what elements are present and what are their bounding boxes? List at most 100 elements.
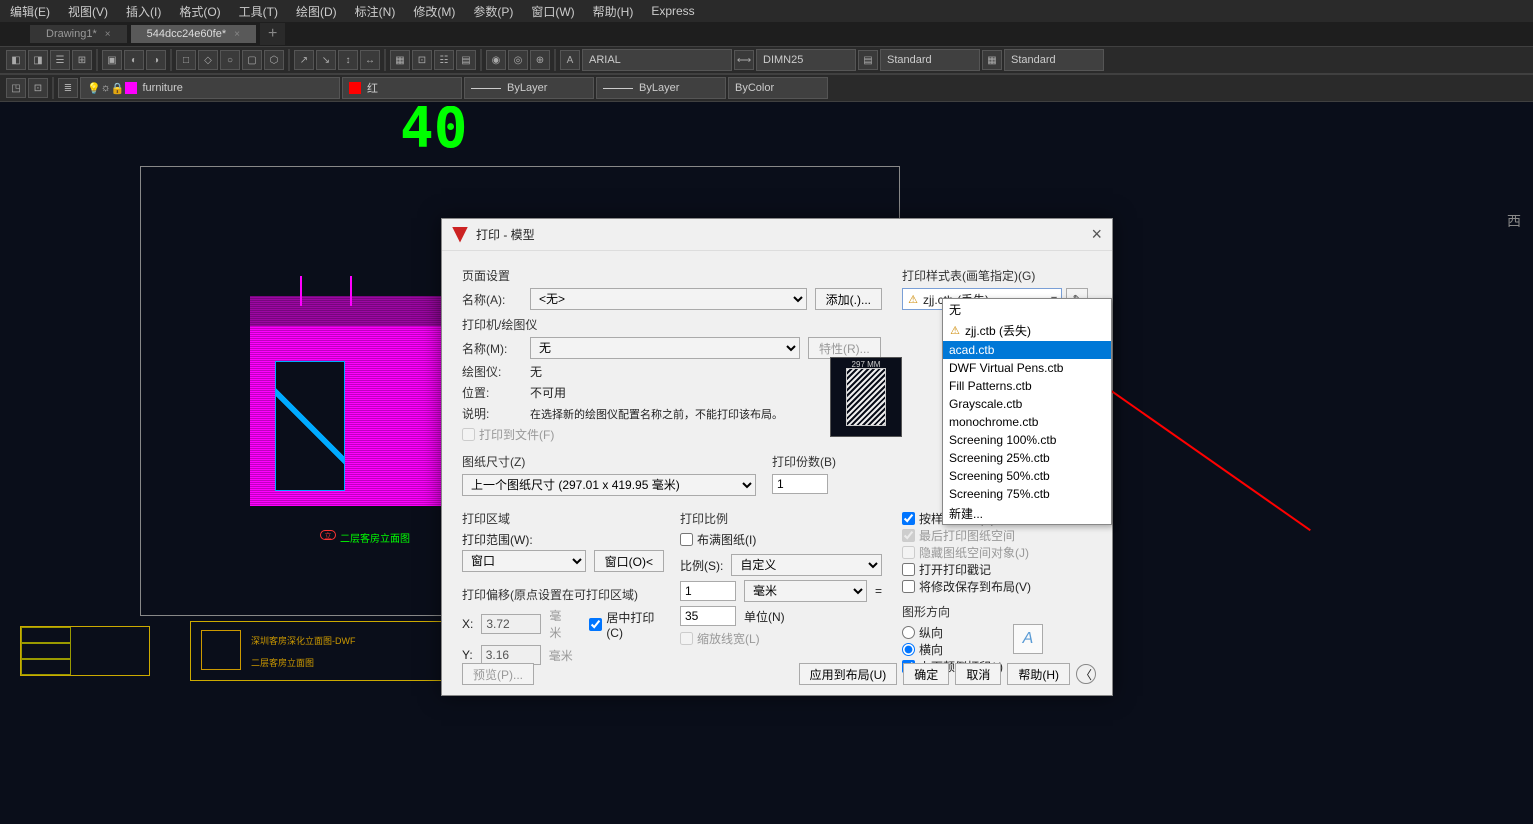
color-combo[interactable]: 红 (342, 77, 462, 99)
tool-icon[interactable]: ◨ (28, 50, 48, 70)
dropdown-item[interactable]: Screening 100%.ctb (943, 431, 1111, 449)
menu-edit[interactable]: 编辑(E) (10, 3, 50, 20)
menu-insert[interactable]: 插入(I) (126, 3, 161, 20)
checkbox[interactable] (902, 580, 915, 593)
menu-modify[interactable]: 修改(M) (413, 3, 455, 20)
menu-express[interactable]: Express (651, 4, 694, 18)
dropdown-item[interactable]: acad.ctb (943, 341, 1111, 359)
center-check[interactable]: 居中打印(C) (589, 609, 664, 640)
opt2-check[interactable]: 隐藏图纸空间对象(J) (902, 544, 1092, 561)
standard-icon[interactable]: ▤ (858, 50, 878, 70)
menu-view[interactable]: 视图(V) (68, 3, 108, 20)
tool-icon[interactable]: ◎ (508, 50, 528, 70)
help-button[interactable]: 帮助(H) (1007, 663, 1070, 685)
tool-icon[interactable]: ↔ (360, 50, 380, 70)
tool-icon[interactable]: ↕ (338, 50, 358, 70)
menu-help[interactable]: 帮助(H) (593, 3, 634, 20)
tool-icon[interactable]: ⊡ (28, 78, 48, 98)
unit-select[interactable]: 毫米 (744, 580, 867, 602)
cancel-button[interactable]: 取消 (955, 663, 1001, 685)
dropdown-item[interactable]: monochrome.ctb (943, 413, 1111, 431)
tool-icon[interactable]: ☰ (50, 50, 70, 70)
dimension-icon[interactable]: ⟷ (734, 50, 754, 70)
dropdown-item[interactable]: Screening 25%.ctb (943, 449, 1111, 467)
close-icon[interactable]: × (1091, 224, 1102, 245)
menu-parametric[interactable]: 参数(P) (473, 3, 513, 20)
font-combo[interactable]: ARIAL (582, 49, 732, 71)
scale-lw-check[interactable]: 缩放线宽(L) (680, 630, 882, 647)
tab-current[interactable]: 544dcc24e60fe* × (131, 25, 256, 43)
menu-draw[interactable]: 绘图(D) (296, 3, 337, 20)
checkbox[interactable] (902, 512, 915, 525)
plot-range-select[interactable]: 窗口 (462, 550, 586, 572)
opt4-check[interactable]: 将修改保存到布局(V) (902, 578, 1092, 595)
dialog-titlebar[interactable]: 打印 - 模型 × (442, 219, 1112, 251)
tool-icon[interactable]: ↗ (294, 50, 314, 70)
fit-check[interactable]: 布满图纸(I) (680, 531, 882, 548)
preview-button[interactable]: 预览(P)... (462, 663, 534, 685)
dropdown-item[interactable]: Grayscale.ctb (943, 395, 1111, 413)
scale-num1-input[interactable] (680, 581, 736, 601)
tool-icon[interactable]: ▤ (456, 50, 476, 70)
bycolor-combo[interactable]: ByColor (728, 77, 828, 99)
checkbox[interactable] (902, 563, 915, 576)
opt1-check[interactable]: 最后打印图纸空间 (902, 527, 1092, 544)
tool-icon[interactable]: ▣ (102, 50, 122, 70)
dropdown-item[interactable]: zjj.ctb (丢失) (943, 320, 1111, 341)
dropdown-item[interactable]: Screening 50%.ctb (943, 467, 1111, 485)
layer-icon[interactable]: ≣ (58, 78, 78, 98)
copies-input[interactable] (772, 474, 828, 494)
tool-icon[interactable]: ◳ (6, 78, 26, 98)
tab-add-button[interactable]: + (260, 23, 285, 45)
tool-icon[interactable]: ⬡ (264, 50, 284, 70)
close-icon[interactable]: × (105, 29, 111, 40)
paper-size-select[interactable]: 上一个图纸尺寸 (297.01 x 419.95 毫米) (462, 474, 756, 496)
radio[interactable] (902, 626, 915, 639)
menu-format[interactable]: 格式(O) (179, 3, 220, 20)
dropdown-item[interactable]: DWF Virtual Pens.ctb (943, 359, 1111, 377)
tool-icon[interactable]: ◐ (124, 50, 144, 70)
tool-icon[interactable]: ◧ (6, 50, 26, 70)
opt3-check[interactable]: 打开打印戳记 (902, 561, 1092, 578)
standard-icon[interactable]: ▦ (982, 50, 1002, 70)
tool-icon[interactable]: ○ (220, 50, 240, 70)
add-button[interactable]: 添加(.)... (815, 288, 882, 310)
radio[interactable] (902, 643, 915, 656)
scale-num2-input[interactable] (680, 606, 736, 626)
dropdown-item[interactable]: Fill Patterns.ctb (943, 377, 1111, 395)
checkbox[interactable] (589, 618, 602, 631)
ok-button[interactable]: 确定 (903, 663, 949, 685)
tool-icon[interactable]: ◑ (146, 50, 166, 70)
dropdown-item[interactable]: 新建... (943, 503, 1111, 524)
std1-combo[interactable]: Standard (880, 49, 980, 71)
tool-icon[interactable]: ☷ (434, 50, 454, 70)
std2-combo[interactable]: Standard (1004, 49, 1104, 71)
tab-drawing1[interactable]: Drawing1* × (30, 25, 127, 43)
tool-icon[interactable]: ◉ (486, 50, 506, 70)
expand-button[interactable]: 〈 (1076, 664, 1096, 684)
offset-y-input[interactable] (481, 645, 541, 665)
plot-style-dropdown[interactable]: 无zjj.ctb (丢失)acad.ctbDWF Virtual Pens.ct… (942, 298, 1112, 525)
linetype-combo[interactable]: ByLayer (464, 77, 594, 99)
tool-icon[interactable]: ⊕ (530, 50, 550, 70)
lineweight-combo[interactable]: ByLayer (596, 77, 726, 99)
apply-button[interactable]: 应用到布局(U) (799, 663, 898, 685)
tool-icon[interactable]: ⊞ (72, 50, 92, 70)
plot-to-file-check[interactable]: 打印到文件(F) (462, 426, 554, 443)
portrait-radio[interactable]: 纵向 (902, 624, 1003, 641)
dim-combo[interactable]: DIMN25 (756, 49, 856, 71)
tool-icon[interactable]: ↘ (316, 50, 336, 70)
offset-x-input[interactable] (481, 614, 541, 634)
menu-dimension[interactable]: 标注(N) (355, 3, 396, 20)
properties-button[interactable]: 特性(R)... (808, 337, 881, 359)
page-setup-select[interactable]: <无> (530, 288, 807, 310)
tool-icon[interactable]: □ (176, 50, 196, 70)
menu-tools[interactable]: 工具(T) (239, 3, 278, 20)
tool-icon[interactable]: ⊡ (412, 50, 432, 70)
layer-combo[interactable]: 💡 ☼ 🔒 furniture (80, 77, 340, 99)
tool-icon[interactable]: ▢ (242, 50, 262, 70)
tool-icon[interactable]: ▦ (390, 50, 410, 70)
dropdown-item[interactable]: Screening 75%.ctb (943, 485, 1111, 503)
close-icon[interactable]: × (234, 29, 240, 40)
window-button[interactable]: 窗口(O)< (594, 550, 664, 572)
